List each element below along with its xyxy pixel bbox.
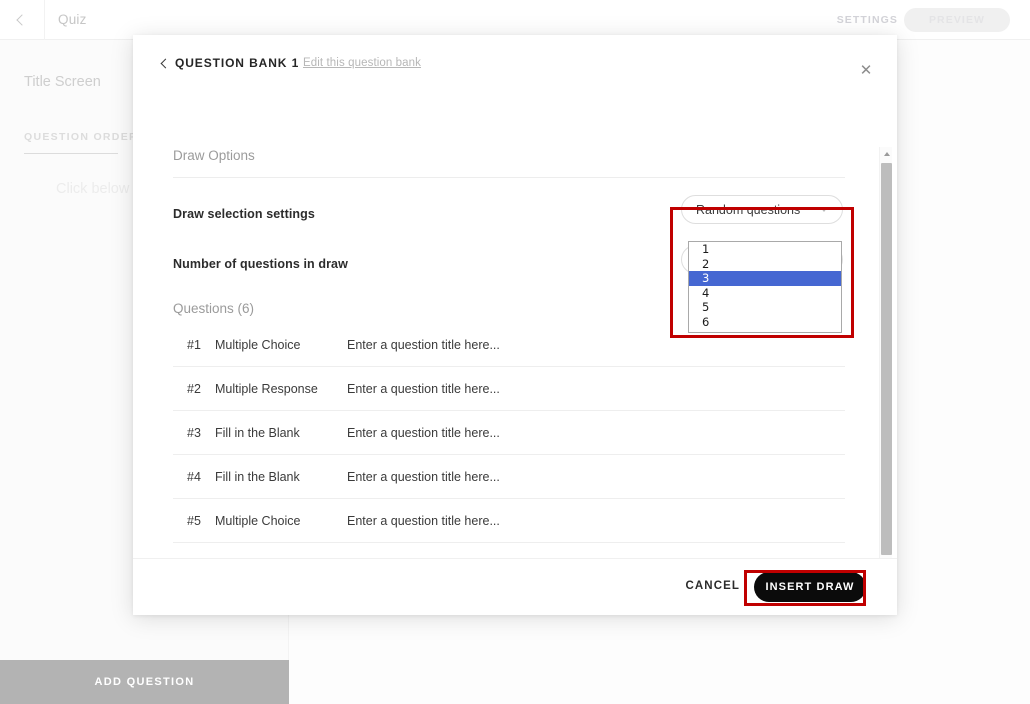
settings-button[interactable]: SETTINGS bbox=[837, 14, 898, 26]
row-title: Enter a question title here... bbox=[347, 337, 500, 352]
close-icon[interactable]: ✕ bbox=[857, 61, 875, 79]
dropdown-option[interactable]: 1 bbox=[689, 242, 841, 257]
modal-scrollbar[interactable] bbox=[879, 147, 892, 558]
modal-title: QUESTION BANK 1 bbox=[175, 56, 300, 70]
row-type: Multiple Choice bbox=[215, 513, 301, 528]
draw-options-label: Draw Options bbox=[173, 148, 255, 163]
dropdown-option[interactable]: 2 bbox=[689, 257, 841, 272]
row-number: #5 bbox=[187, 513, 201, 528]
title-screen-item[interactable]: Title Screen bbox=[24, 74, 101, 90]
modal-back-icon[interactable] bbox=[158, 56, 172, 70]
add-question-button[interactable]: ADD QUESTION bbox=[0, 660, 289, 704]
row-title: Enter a question title here... bbox=[347, 469, 500, 484]
modal-header: QUESTION BANK 1 Edit this question bank … bbox=[133, 35, 897, 97]
chevron-left-glyph bbox=[16, 14, 28, 26]
row-number: #4 bbox=[187, 469, 201, 484]
app-title: Quiz bbox=[58, 12, 87, 27]
table-row[interactable]: #4 Fill in the Blank Enter a question ti… bbox=[173, 455, 845, 499]
table-row[interactable]: #5 Multiple Choice Enter a question titl… bbox=[173, 499, 845, 543]
topbar-divider bbox=[44, 0, 45, 40]
row-title: Enter a question title here... bbox=[347, 381, 500, 396]
number-of-questions-label: Number of questions in draw bbox=[173, 257, 348, 271]
row-title: Enter a question title here... bbox=[347, 425, 500, 440]
edit-question-bank-link[interactable]: Edit this question bank bbox=[303, 57, 421, 69]
table-row[interactable]: #2 Multiple Response Enter a question ti… bbox=[173, 367, 845, 411]
app-topbar: Quiz SETTINGS PREVIEW bbox=[0, 0, 1030, 40]
row-number: #1 bbox=[187, 337, 201, 352]
dropdown-option[interactable]: 4 bbox=[689, 286, 841, 301]
question-order-label: QUESTION ORDER bbox=[24, 131, 138, 143]
preview-button[interactable]: PREVIEW bbox=[904, 8, 1010, 32]
scrollbar-thumb[interactable] bbox=[881, 163, 892, 555]
draw-selection-settings-label: Draw selection settings bbox=[173, 207, 315, 221]
dropdown-option[interactable]: 5 bbox=[689, 300, 841, 315]
draw-selection-settings-select[interactable]: Random questions bbox=[681, 195, 843, 224]
empty-state-hint: Click below t bbox=[56, 181, 138, 197]
row-type: Multiple Response bbox=[215, 381, 318, 396]
chevron-left-icon[interactable] bbox=[8, 6, 36, 34]
dropdown-option[interactable]: 6 bbox=[689, 315, 841, 330]
questions-count-label: Questions (6) bbox=[173, 301, 255, 316]
scroll-up-arrow-icon[interactable] bbox=[880, 147, 893, 160]
draw-selection-settings-value: Random questions bbox=[696, 202, 801, 217]
modal-footer: CANCEL INSERT DRAW bbox=[133, 558, 897, 615]
app-root: Quiz SETTINGS PREVIEW Title Screen QUEST… bbox=[0, 0, 1030, 704]
insert-draw-button[interactable]: INSERT DRAW bbox=[754, 572, 866, 602]
table-row[interactable]: #3 Fill in the Blank Enter a question ti… bbox=[173, 411, 845, 455]
cancel-button[interactable]: CANCEL bbox=[685, 580, 740, 592]
row-type: Fill in the Blank bbox=[215, 469, 300, 484]
row-type: Multiple Choice bbox=[215, 337, 301, 352]
triangle-up-glyph bbox=[883, 151, 890, 156]
chevron-left-glyph bbox=[160, 58, 170, 68]
dropdown-option-selected[interactable]: 3 bbox=[689, 271, 841, 286]
table-row[interactable]: #6 Fill in the Blank Enter a question ti… bbox=[173, 543, 845, 559]
row-type: Fill in the Blank bbox=[215, 425, 300, 440]
draw-options-divider bbox=[173, 177, 845, 178]
number-of-questions-dropdown-list[interactable]: 1 2 3 4 5 6 bbox=[688, 241, 842, 333]
question-order-rule bbox=[24, 153, 118, 154]
chevron-down-icon bbox=[820, 207, 828, 212]
row-title: Enter a question title here... bbox=[347, 513, 500, 528]
row-number: #3 bbox=[187, 425, 201, 440]
questions-table: #1 Multiple Choice Enter a question titl… bbox=[173, 323, 845, 558]
row-number: #2 bbox=[187, 381, 201, 396]
